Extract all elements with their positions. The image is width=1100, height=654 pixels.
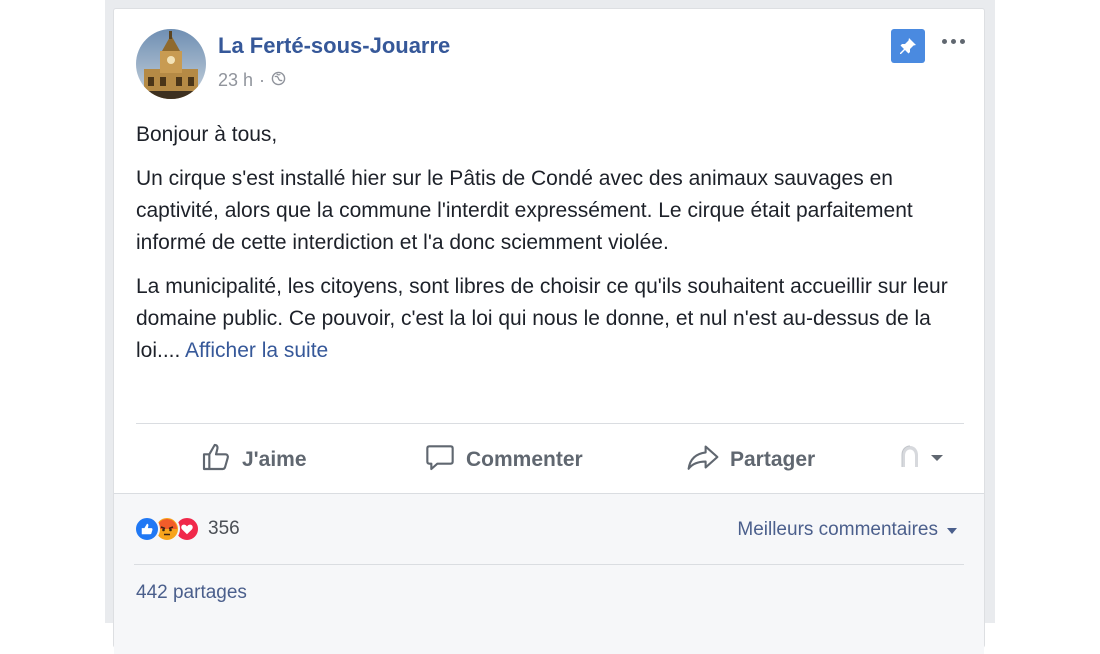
post-paragraph: Bonjour à tous, (136, 123, 278, 146)
page-name-link[interactable]: La Ferté-sous-Jouarre (218, 33, 450, 59)
meta-separator: · (259, 70, 266, 90)
post-footer: 356 Meilleurs commentaires 442 partages (114, 493, 984, 654)
post-card: La Ferté-sous-Jouarre 23 h · Bonjour à t… (113, 8, 985, 654)
page-avatar[interactable] (136, 29, 206, 99)
like-reaction-icon (134, 516, 160, 542)
feed-background: La Ferté-sous-Jouarre 23 h · Bonjour à t… (105, 0, 995, 654)
more-options-icon[interactable] (938, 31, 968, 51)
divider (136, 423, 964, 424)
caret-down-icon (946, 519, 958, 541)
share-arrow-icon (686, 441, 720, 479)
divider (134, 564, 964, 565)
comment-icon (424, 441, 456, 479)
user-silhouette-icon (896, 443, 924, 474)
see-more-link[interactable]: Afficher la suite (185, 339, 328, 362)
pin-icon[interactable] (891, 29, 925, 63)
like-button[interactable]: J'aime (200, 427, 307, 493)
post-timestamp[interactable]: 23 h (218, 70, 253, 91)
globe-icon[interactable] (271, 70, 286, 91)
react-as-selector[interactable] (896, 443, 944, 474)
sort-label: Meilleurs commentaires (737, 519, 938, 540)
shares-count-link[interactable]: 442 partages (136, 582, 247, 604)
comment-button[interactable]: Commenter (424, 427, 583, 493)
comment-sort-dropdown[interactable]: Meilleurs commentaires (737, 519, 958, 541)
share-label: Partager (730, 448, 816, 471)
post-text: Bonjour à tous, Un cirque s'est installé… (136, 119, 966, 379)
like-label: J'aime (242, 448, 307, 471)
reaction-summary[interactable]: 356 (134, 516, 240, 542)
chevron-down-icon (930, 450, 944, 468)
thumbs-up-icon (200, 441, 232, 479)
action-bar: J'aime Commenter Partager (136, 427, 964, 493)
post-paragraph: La municipalité, les citoyens, sont libr… (136, 271, 966, 367)
post-paragraph: Un cirque s'est installé hier sur le Pât… (136, 167, 913, 254)
reaction-count: 356 (208, 518, 240, 539)
share-button[interactable]: Partager (686, 427, 815, 493)
comment-label: Commenter (466, 448, 583, 471)
post-meta: 23 h · (218, 70, 286, 91)
